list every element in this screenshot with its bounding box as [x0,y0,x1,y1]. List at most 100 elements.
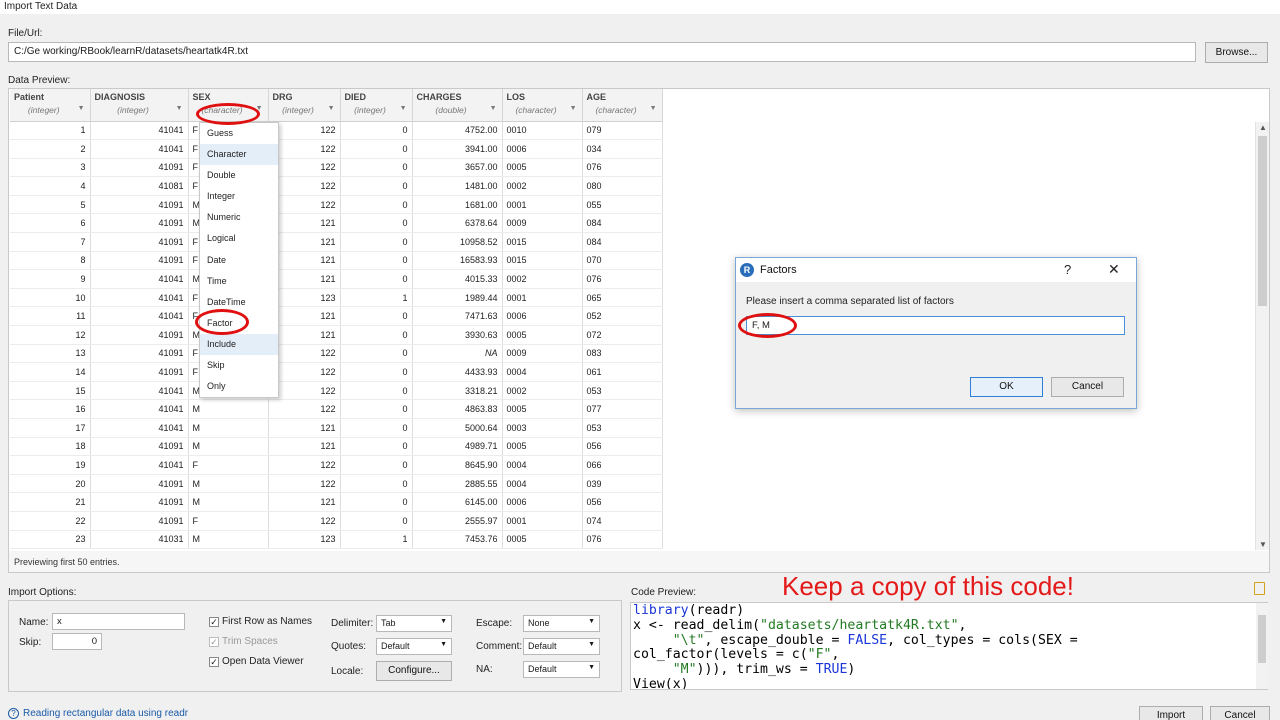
name-input[interactable]: x [52,613,185,630]
column-header-diagnosis[interactable]: DIAGNOSIS (integer) ▼ [90,89,189,122]
dialog-cancel-button[interactable]: Cancel [1051,377,1124,397]
chevron-down-icon[interactable]: ▼ [328,105,335,112]
import-button[interactable]: Import [1139,706,1203,720]
table-cell: 0005 [502,399,583,419]
table-cell: 1 [340,288,413,308]
delimiter-select[interactable]: Tab ▼ [376,615,452,632]
table-cell: 1 [340,530,413,550]
table-cell: 0 [340,176,413,196]
factors-input[interactable]: F, M [746,316,1125,335]
comment-select[interactable]: Default ▼ [523,638,600,655]
column-header-died[interactable]: DIED (integer) ▼ [340,89,413,122]
scrollbar-thumb[interactable] [1258,615,1266,663]
column-type: (integer) [282,105,314,115]
column-header-drg[interactable]: DRG (integer) ▼ [268,89,341,122]
table-cell: 039 [582,474,663,494]
table-cell: 123 [268,530,341,550]
table-cell: 084 [582,213,663,234]
table-cell: 9 [10,269,91,289]
menu-item-only[interactable]: Only [200,376,278,397]
ok-button[interactable]: OK [970,377,1043,397]
table-cell: 0001 [502,195,583,215]
menu-item-include[interactable]: Include [200,333,278,356]
quotes-value: Default [381,641,410,651]
column-header-charges[interactable]: CHARGES (double) ▼ [412,89,503,122]
column-header-age[interactable]: AGE (character) ▼ [582,89,663,122]
menu-item-skip[interactable]: Skip [200,355,278,376]
trim-spaces-checkbox[interactable]: ✓ [209,637,219,647]
scroll-up-icon[interactable]: ▲ [1258,123,1268,132]
menu-item-date[interactable]: Date [200,250,278,271]
table-cell: 076 [582,269,663,289]
browse-button[interactable]: Browse... [1205,42,1268,63]
escape-select[interactable]: None ▼ [523,615,600,632]
column-header-patient[interactable]: Patient (integer) ▼ [10,89,91,122]
help-link-text[interactable]: Reading rectangular data using readr [23,708,188,719]
table-cell: 0 [340,474,413,494]
column-type: (integer) [117,105,149,115]
chevron-down-icon[interactable]: ▼ [570,105,577,112]
table-cell: 4 [10,176,91,196]
column-header-los[interactable]: LOS (character) ▼ [502,89,583,122]
table-cell: 0 [340,158,413,178]
skip-label: Skip: [19,637,42,648]
configure-button[interactable]: Configure... [376,661,452,681]
table-cell: 3318.21 [412,381,503,401]
table-cell: 0 [340,344,413,364]
code-line-6: View(x) [633,676,689,690]
cancel-button[interactable]: Cancel [1210,706,1270,720]
menu-item-guess[interactable]: Guess [200,123,278,144]
code-preview-box[interactable]: library(readr) x <- read_delim("datasets… [630,602,1268,690]
trim-spaces-label: Trim Spaces [222,636,278,647]
chevron-down-icon[interactable]: ▼ [78,105,85,112]
code-scrollbar[interactable] [1256,603,1268,689]
help-link[interactable]: ? Reading rectangular data using readr [8,708,188,719]
chevron-down-icon[interactable]: ▼ [176,105,183,112]
skip-input[interactable]: 0 [52,633,102,650]
quotes-select[interactable]: Default ▼ [376,638,452,655]
chevron-down-icon[interactable]: ▼ [650,105,657,112]
table-cell: 23 [10,530,91,550]
table-row: 3 41091 F 122 0 3657.00 0005 076 [10,158,663,178]
table-cell: 21 [10,492,91,512]
chevron-down-icon: ▼ [588,664,595,671]
table-cell: 41031 [90,530,189,550]
table-cell: 2885.55 [412,474,503,494]
table-cell: 41091 [90,437,189,457]
copy-icon[interactable] [1254,582,1265,595]
file-url-input[interactable]: C:/Ge working/RBook/learnR/datasets/hear… [8,42,1196,62]
table-cell: 0005 [502,530,583,550]
table-cell: 122 [268,511,341,531]
first-row-checkbox[interactable]: ✓ [209,617,219,627]
table-cell: 0002 [502,381,583,401]
na-select[interactable]: Default ▼ [523,661,600,678]
menu-item-logical[interactable]: Logical [200,228,278,249]
chevron-down-icon[interactable]: ▼ [490,105,497,112]
menu-item-integer[interactable]: Integer [200,186,278,207]
menu-item-double[interactable]: Double [200,165,278,186]
open-viewer-checkbox[interactable]: ✓ [209,657,219,667]
preview-scrollbar[interactable]: ▲ ▼ [1255,122,1269,550]
table-cell: 15 [10,381,91,401]
table-cell: 41041 [90,121,189,141]
menu-item-character[interactable]: Character [200,144,278,166]
table-cell: 0 [340,325,413,345]
table-cell: 0 [340,492,413,512]
table-cell: 121 [268,437,341,457]
chevron-down-icon[interactable]: ▼ [400,105,407,112]
help-icon[interactable]: ? [1064,262,1071,277]
table-cell: 14 [10,362,91,382]
scrollbar-thumb[interactable] [1258,136,1267,306]
chevron-down-icon: ▼ [588,618,595,625]
scroll-down-icon[interactable]: ▼ [1258,540,1268,549]
table-cell: 065 [582,288,663,308]
menu-item-numeric[interactable]: Numeric [200,207,278,228]
highlight-circle-factor [195,309,249,335]
table-cell: 6 [10,213,91,234]
close-icon[interactable]: ✕ [1108,261,1120,278]
table-cell: 0 [340,381,413,401]
menu-item-time[interactable]: Time [200,271,278,292]
table-row: 1 41041 F 122 0 4752.00 0010 079 [10,121,663,141]
table-cell: 18 [10,437,91,457]
open-viewer-label: Open Data Viewer [222,656,304,667]
